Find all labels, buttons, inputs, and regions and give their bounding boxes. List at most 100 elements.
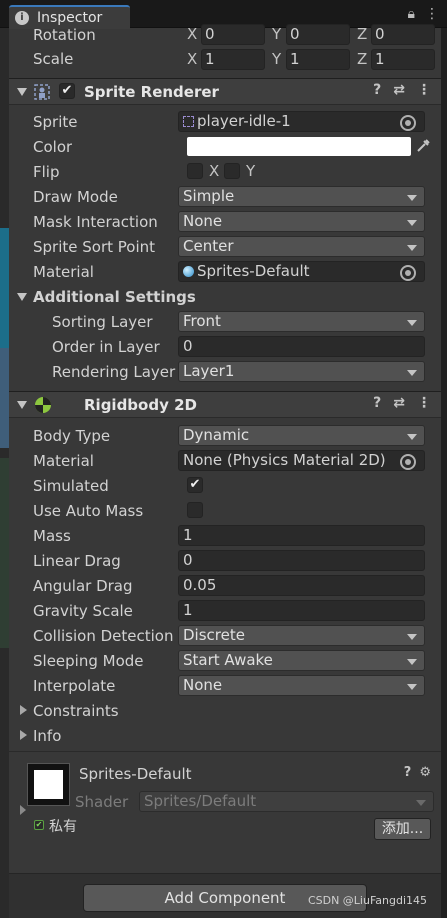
sorting-layer-label: Sorting Layer: [52, 312, 153, 331]
component-actions: ? ⇄ ⋮: [373, 395, 431, 411]
eyedropper-icon[interactable]: [415, 138, 431, 154]
gravity-scale-label: Gravity Scale: [33, 601, 133, 620]
mask-interaction-dropdown[interactable]: None: [178, 211, 425, 232]
body-type-dropdown[interactable]: Dynamic: [178, 425, 425, 446]
interpolate-label: Interpolate: [33, 676, 116, 695]
foldout-arrow-icon[interactable]: [17, 401, 27, 409]
help-icon[interactable]: ?: [373, 395, 381, 411]
physics-material-field[interactable]: None (Physics Material 2D): [178, 450, 425, 471]
context-menu-icon[interactable]: ⋮: [417, 395, 431, 411]
sprite-object-field[interactable]: player-idle-1: [178, 111, 425, 132]
gravity-scale-field[interactable]: 1: [178, 600, 425, 621]
sprite-renderer-enabled-checkbox[interactable]: ✔: [59, 83, 75, 99]
flip-y-label: Y: [246, 162, 256, 180]
foldout-arrow-icon[interactable]: [20, 730, 27, 740]
mass-field[interactable]: 1: [178, 525, 425, 546]
flip-y-checkbox[interactable]: [224, 163, 240, 179]
sleeping-mode-dropdown[interactable]: Start Awake: [178, 650, 425, 671]
angular-drag-label: Angular Drag: [33, 576, 133, 595]
material-object-field[interactable]: Sprites-Default: [178, 261, 425, 282]
rendering-layer-dropdown[interactable]: Layer1: [178, 361, 425, 382]
preset-icon[interactable]: ⇄: [393, 395, 405, 411]
inspector-window: i Inspector 🔒︎ ⋮ Rotation X 0 Y 0 Z 0 Sc…: [0, 0, 447, 918]
watermark: CSDN @LiuFangdi145: [307, 894, 427, 907]
flip-x-label: X: [209, 162, 220, 180]
object-picker-icon[interactable]: [400, 115, 416, 131]
component-actions: ? ⇄ ⋮: [373, 82, 431, 98]
material-actions: ? ⚙: [404, 765, 431, 780]
order-in-layer-field[interactable]: 0: [178, 336, 425, 357]
private-label: 私有: [49, 819, 77, 835]
constraints-foldout[interactable]: Constraints: [9, 699, 441, 724]
context-menu-icon[interactable]: ⋮: [417, 82, 431, 98]
scale-x-field[interactable]: 1: [201, 49, 265, 70]
axis-x-label: X: [187, 50, 198, 68]
info-foldout[interactable]: Info: [9, 724, 441, 749]
rigidbody-2d-header[interactable]: Rigidbody 2D ? ⇄ ⋮: [9, 391, 441, 418]
lock-icon[interactable]: 🔒︎: [408, 6, 415, 22]
axis-y-label: Y: [272, 50, 282, 68]
rotation-y-field[interactable]: 0: [286, 24, 350, 45]
sort-point-dropdown[interactable]: Center: [178, 236, 425, 257]
shader-dropdown[interactable]: Sprites/Default: [139, 791, 434, 812]
foldout-arrow-icon[interactable]: [20, 705, 27, 715]
rotation-x-field[interactable]: 0: [201, 24, 265, 45]
material-thumbnail-preview: [34, 770, 63, 799]
material-value: Sprites-Default: [197, 262, 310, 280]
draw-mode-dropdown[interactable]: Simple: [178, 186, 425, 207]
angular-drag-field[interactable]: 0.05: [178, 575, 425, 596]
foldout-arrow-icon[interactable]: [17, 293, 27, 301]
mass-label: Mass: [33, 526, 71, 545]
collision-detection-dropdown[interactable]: Discrete: [178, 625, 425, 646]
linear-drag-field[interactable]: 0: [178, 550, 425, 571]
private-checkbox[interactable]: ✔: [34, 820, 44, 830]
scene-color-c: [0, 458, 9, 648]
additional-settings-foldout[interactable]: Additional Settings: [9, 285, 441, 310]
shader-label: Shader: [75, 793, 129, 811]
scale-y-field[interactable]: 1: [286, 49, 350, 70]
auto-mass-checkbox[interactable]: [187, 502, 203, 518]
scene-color-a: [0, 228, 9, 348]
flip-x-checkbox[interactable]: [187, 163, 203, 179]
material-panel: Sprites-Default ? ⚙ Shader Sprites/Defau…: [9, 751, 441, 873]
scrollbar[interactable]: [441, 28, 447, 918]
rotation-z-field[interactable]: 0: [371, 24, 435, 45]
scale-label: Scale: [33, 49, 74, 68]
color-label: Color: [33, 137, 73, 156]
flip-label: Flip: [33, 162, 60, 181]
add-label-button[interactable]: 添加...: [374, 818, 431, 840]
gear-icon[interactable]: ⚙: [419, 765, 431, 780]
component-title: Sprite Renderer: [84, 83, 219, 101]
tab-toolbar: 🔒︎ ⋮: [408, 6, 439, 22]
linear-drag-label: Linear Drag: [33, 551, 121, 570]
help-icon[interactable]: ?: [373, 82, 381, 98]
order-in-layer-label: Order in Layer: [52, 337, 160, 356]
sprite-icon: [183, 116, 194, 127]
simulated-row: Simulated: [9, 473, 441, 498]
auto-mass-label: Use Auto Mass: [33, 501, 144, 520]
material-thumbnail[interactable]: [27, 763, 70, 806]
object-picker-icon[interactable]: [400, 454, 416, 470]
more-icon[interactable]: ⋮: [425, 6, 439, 22]
foldout-arrow-icon[interactable]: [17, 88, 27, 96]
help-icon[interactable]: ?: [404, 765, 412, 780]
interpolate-dropdown[interactable]: None: [178, 675, 425, 696]
collision-detection-label: Collision Detection: [33, 626, 174, 645]
material-name: Sprites-Default: [79, 765, 192, 783]
sort-point-label: Sprite Sort Point: [33, 237, 156, 256]
sprite-renderer-icon: [34, 84, 50, 100]
material-sphere-icon: [183, 266, 194, 277]
sprite-renderer-header[interactable]: ✔ Sprite Renderer ? ⇄ ⋮: [9, 78, 441, 105]
scene-color-b: [0, 348, 9, 448]
color-swatch[interactable]: [187, 137, 411, 156]
preset-icon[interactable]: ⇄: [393, 82, 405, 98]
simulated-checkbox[interactable]: ✔: [187, 477, 203, 493]
axis-y-label: Y: [272, 25, 282, 43]
sorting-layer-dropdown[interactable]: Front: [178, 311, 425, 332]
object-picker-icon[interactable]: [400, 265, 416, 281]
draw-mode-label: Draw Mode: [33, 187, 118, 206]
foldout-arrow-icon[interactable]: [20, 805, 26, 815]
sprite-value: player-idle-1: [197, 112, 291, 130]
rotation-label: Rotation: [33, 25, 96, 44]
scale-z-field[interactable]: 1: [371, 49, 435, 70]
